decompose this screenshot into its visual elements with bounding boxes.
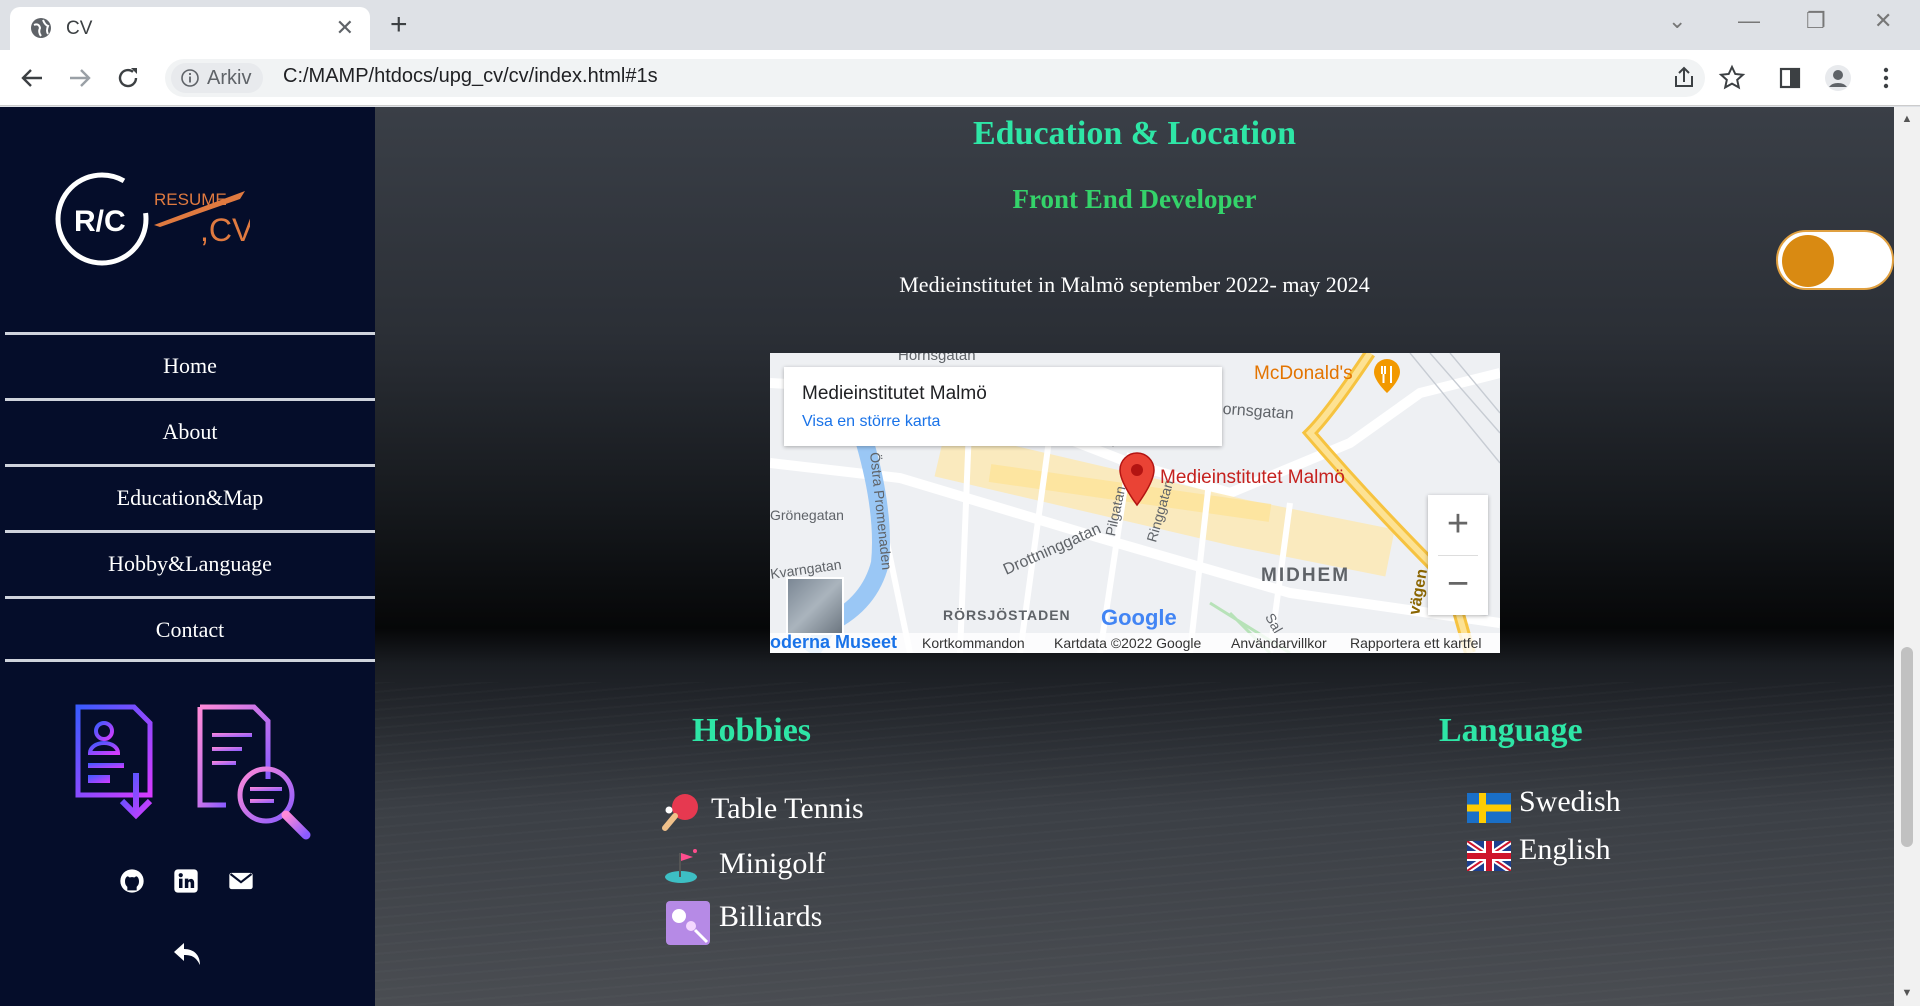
- side-panel-icon[interactable]: [1774, 62, 1806, 94]
- main-content: Education & Location Front End Developer…: [375, 107, 1894, 1006]
- url-text[interactable]: C:/MAMP/htdocs/upg_cv/cv/index.html#1s: [283, 65, 658, 88]
- globe-icon: [31, 18, 51, 38]
- zoom-out-button[interactable]: −: [1428, 555, 1488, 615]
- nav-about[interactable]: About: [5, 398, 375, 464]
- map-label-rorsjostaden: RÖRSJÖSTADEN: [943, 607, 1071, 623]
- map-label-mcdonalds: McDonald's: [1254, 363, 1353, 384]
- browser-toolbar: Arkiv C:/MAMP/htdocs/upg_cv/cv/index.htm…: [0, 50, 1920, 106]
- cv-download-icon: [75, 704, 153, 820]
- forward-icon[interactable]: [64, 62, 96, 94]
- scroll-down-arrow-icon[interactable]: ▼: [1901, 987, 1913, 999]
- site-info-chip[interactable]: Arkiv: [171, 63, 264, 93]
- keyboard-shortcuts-link[interactable]: Kortkommandon: [922, 635, 1025, 651]
- report-map-error-link[interactable]: Rapportera ett kartfel: [1350, 635, 1482, 651]
- hobby-minigolf: Minigolf: [719, 847, 826, 880]
- google-map[interactable]: Hornsgatan McDonald's Hornsgatan Grönega…: [770, 353, 1500, 653]
- linkedin-icon[interactable]: [172, 867, 200, 895]
- reload-icon[interactable]: [112, 62, 144, 94]
- map-info-card: Medieinstitutet Malmö Visa en större kar…: [784, 367, 1222, 446]
- share-icon[interactable]: [1668, 62, 1700, 94]
- table-tennis-icon: [662, 794, 698, 831]
- map-label-gronegatan: Grönegatan: [770, 507, 844, 523]
- map-zoom-control: + −: [1428, 495, 1488, 615]
- back-icon[interactable]: [16, 62, 48, 94]
- info-icon: [181, 69, 199, 87]
- map-marker-label: Medieinstitutet Malmö: [1160, 467, 1345, 488]
- map-marker-icon[interactable]: [1117, 451, 1157, 507]
- page-viewport: R/C RESUME ,CV Home About Education&Map …: [0, 107, 1920, 1006]
- map-info-title: Medieinstitutet Malmö: [802, 383, 987, 404]
- nav-education-map[interactable]: Education&Map: [5, 464, 375, 530]
- reply-arrow-icon[interactable]: [172, 941, 202, 969]
- language-swedish: Swedish: [1519, 785, 1621, 818]
- uk-flag-icon: [1467, 841, 1511, 871]
- google-logo: Google: [1101, 605, 1177, 630]
- hobby-billiards: Billiards: [719, 900, 823, 933]
- restaurant-marker-icon: [1374, 359, 1400, 393]
- resume-cv-logo: R/C RESUME ,CV: [55, 172, 250, 266]
- view-larger-map-link[interactable]: Visa en större karta: [802, 413, 940, 431]
- education-line: Medieinstitutet in Malmö september 2022-…: [899, 272, 1370, 297]
- language-title: Language: [1439, 712, 1583, 749]
- toggle-knob: [1782, 235, 1834, 287]
- new-tab-button[interactable]: +: [390, 8, 408, 42]
- nav-hobby-language[interactable]: Hobby&Language: [5, 530, 375, 596]
- svg-text:R/C: R/C: [74, 205, 126, 238]
- bookmark-star-icon[interactable]: [1716, 62, 1748, 94]
- hobby-table-tennis: Table Tennis: [711, 792, 864, 825]
- water-texture: [375, 682, 1894, 1006]
- scroll-up-arrow-icon[interactable]: ▲: [1901, 113, 1913, 125]
- tab-title: CV: [66, 18, 93, 39]
- close-window-button[interactable]: ✕: [1874, 8, 1892, 34]
- education-title: Education & Location: [972, 115, 1297, 152]
- page-scrollbar[interactable]: ▲ ▼: [1894, 107, 1920, 1006]
- scrollbar-thumb[interactable]: [1901, 647, 1913, 847]
- svg-text:,CV: ,CV: [200, 212, 250, 248]
- map-label-moderna-museet: oderna Museet: [770, 632, 898, 652]
- nav-contact[interactable]: Contact: [5, 596, 375, 662]
- email-icon[interactable]: [227, 867, 255, 895]
- close-tab-icon[interactable]: ✕: [336, 15, 354, 41]
- github-icon[interactable]: [118, 867, 146, 895]
- hobbies-title: Hobbies: [692, 712, 812, 749]
- zoom-in-button[interactable]: +: [1428, 495, 1488, 555]
- site-chip-label: Arkiv: [207, 67, 252, 89]
- map-data-credit: Kartdata ©2022 Google: [1054, 635, 1202, 651]
- sidebar: R/C RESUME ,CV Home About Education&Map …: [0, 107, 375, 1006]
- map-footer: oderna Museet Kortkommandon Kartdata ©20…: [770, 632, 1500, 653]
- tab-search-icon[interactable]: ⌄: [1668, 8, 1686, 34]
- education-role: Front End Developer: [1012, 184, 1257, 214]
- browser-tab-bar: CV ✕ + ⌄ — ❐ ✕: [0, 0, 1920, 50]
- document-search-icon: [197, 704, 311, 840]
- map-label-midhem: MIDHEM: [1261, 565, 1351, 586]
- theme-toggle[interactable]: [1776, 230, 1894, 290]
- swedish-flag-icon: [1467, 793, 1511, 823]
- billiards-icon: [666, 901, 710, 945]
- minigolf-icon: [665, 849, 697, 883]
- restore-button[interactable]: ❐: [1806, 8, 1826, 34]
- minimize-button[interactable]: —: [1738, 8, 1760, 34]
- terms-link[interactable]: Användarvillkor: [1231, 635, 1327, 651]
- cv-download-search-illustration: [75, 704, 311, 840]
- map-label-hornsgatan-top: Hornsgatan: [898, 353, 976, 364]
- menu-kebab-icon[interactable]: [1870, 62, 1902, 94]
- sidebar-nav: Home About Education&Map Hobby&Language …: [5, 332, 375, 662]
- address-bar[interactable]: Arkiv C:/MAMP/htdocs/upg_cv/cv/index.htm…: [165, 59, 1705, 97]
- nav-home[interactable]: Home: [5, 332, 375, 398]
- browser-tab[interactable]: CV ✕: [10, 7, 370, 50]
- profile-avatar-icon[interactable]: [1822, 62, 1854, 94]
- language-english: English: [1519, 833, 1611, 866]
- satellite-toggle-thumbnail[interactable]: [786, 577, 844, 635]
